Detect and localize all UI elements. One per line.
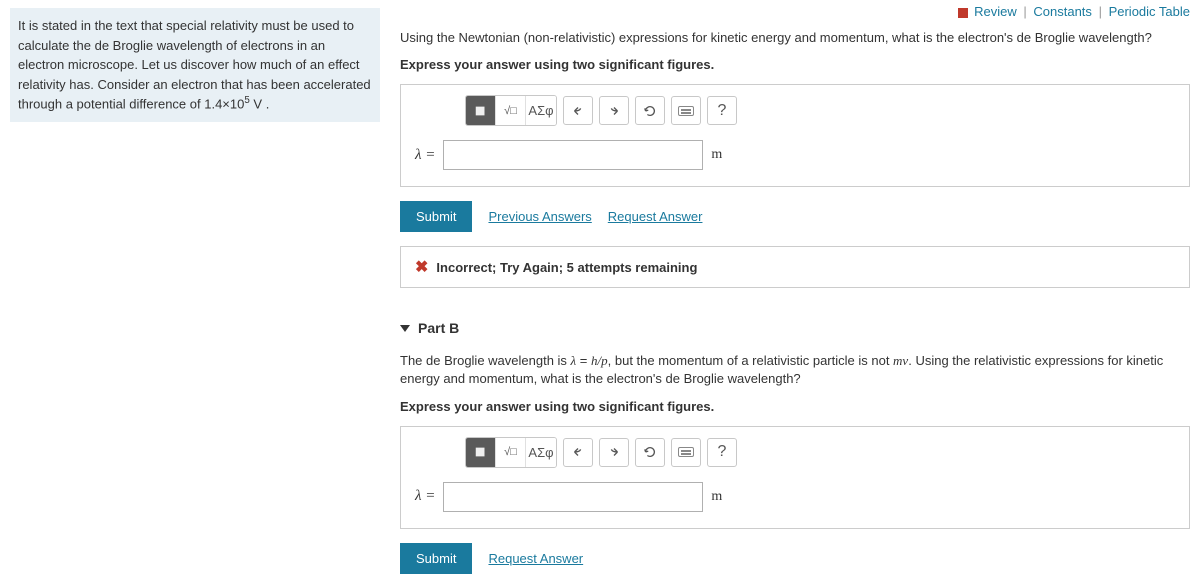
reset-button[interactable] <box>635 96 665 125</box>
part-a-unit: m <box>711 147 722 163</box>
pb-text-1: The de Broglie wavelength is <box>400 353 571 368</box>
undo-button[interactable] <box>563 438 593 467</box>
separator: | <box>1023 4 1026 19</box>
intro-box: It is stated in the text that special re… <box>10 8 380 122</box>
periodic-table-link[interactable]: Periodic Table <box>1109 4 1190 19</box>
intro-text: It is stated in the text that special re… <box>18 18 371 111</box>
part-a-answer-box: √□ ΑΣφ ? <box>400 84 1190 187</box>
constants-link[interactable]: Constants <box>1033 4 1092 19</box>
symbols-button[interactable]: ΑΣφ <box>526 438 556 467</box>
pb-eq: = <box>576 353 591 368</box>
part-b-instruction: Express your answer using two significan… <box>400 399 1190 414</box>
part-a-request-answer-link[interactable]: Request Answer <box>608 209 703 224</box>
lambda-label: λ = <box>415 488 435 505</box>
help-button[interactable]: ? <box>707 96 737 125</box>
part-b-toolbar: √□ ΑΣφ ? <box>415 437 1175 468</box>
intro-unit: V . <box>250 96 270 111</box>
pb-hp: h/p <box>591 353 608 368</box>
redo-button[interactable] <box>599 438 629 467</box>
feedback-box: ✖ Incorrect; Try Again; 5 attempts remai… <box>400 246 1190 288</box>
separator: | <box>1099 4 1102 19</box>
fraction-button[interactable]: √□ <box>496 438 526 467</box>
chevron-down-icon <box>400 325 410 332</box>
part-b-label: Part B <box>418 320 459 336</box>
part-b-answer-box: √□ ΑΣφ ? <box>400 426 1190 529</box>
symbols-button[interactable]: ΑΣφ <box>526 96 556 125</box>
part-b-unit: m <box>711 489 722 505</box>
keyboard-button[interactable] <box>671 96 701 125</box>
feedback-text: Incorrect; Try Again; 5 attempts remaini… <box>436 260 697 275</box>
part-a-instruction: Express your answer using two significan… <box>400 57 1190 72</box>
part-a-toolbar: √□ ΑΣφ ? <box>415 95 1175 126</box>
flag-icon[interactable] <box>958 8 968 18</box>
review-link[interactable]: Review <box>974 4 1017 19</box>
part-a-question: Using the Newtonian (non-relativistic) e… <box>400 29 1190 47</box>
fraction-button[interactable]: √□ <box>496 96 526 125</box>
undo-button[interactable] <box>563 96 593 125</box>
top-links: Review | Constants | Periodic Table <box>400 0 1190 23</box>
redo-button[interactable] <box>599 96 629 125</box>
help-button[interactable]: ? <box>707 438 737 467</box>
part-b-section: The de Broglie wavelength is λ = h/p, bu… <box>400 352 1190 573</box>
previous-answers-link[interactable]: Previous Answers <box>488 209 591 224</box>
part-b-question: The de Broglie wavelength is λ = h/p, bu… <box>400 352 1190 388</box>
incorrect-icon: ✖ <box>415 257 428 277</box>
part-a-submit-button[interactable]: Submit <box>400 201 472 232</box>
template-button[interactable] <box>466 96 496 125</box>
lambda-label: λ = <box>415 147 435 164</box>
part-b-submit-button[interactable]: Submit <box>400 543 472 574</box>
pb-mv: mv <box>893 353 908 368</box>
part-a-answer-input[interactable] <box>443 140 703 170</box>
pb-text-2: , but the momentum of a relativistic par… <box>608 353 893 368</box>
part-b-request-answer-link[interactable]: Request Answer <box>488 551 583 566</box>
reset-button[interactable] <box>635 438 665 467</box>
template-button[interactable] <box>466 438 496 467</box>
part-b-header[interactable]: Part B <box>400 310 1190 344</box>
part-b-answer-input[interactable] <box>443 482 703 512</box>
keyboard-button[interactable] <box>671 438 701 467</box>
part-a-section: Using the Newtonian (non-relativistic) e… <box>400 29 1190 288</box>
